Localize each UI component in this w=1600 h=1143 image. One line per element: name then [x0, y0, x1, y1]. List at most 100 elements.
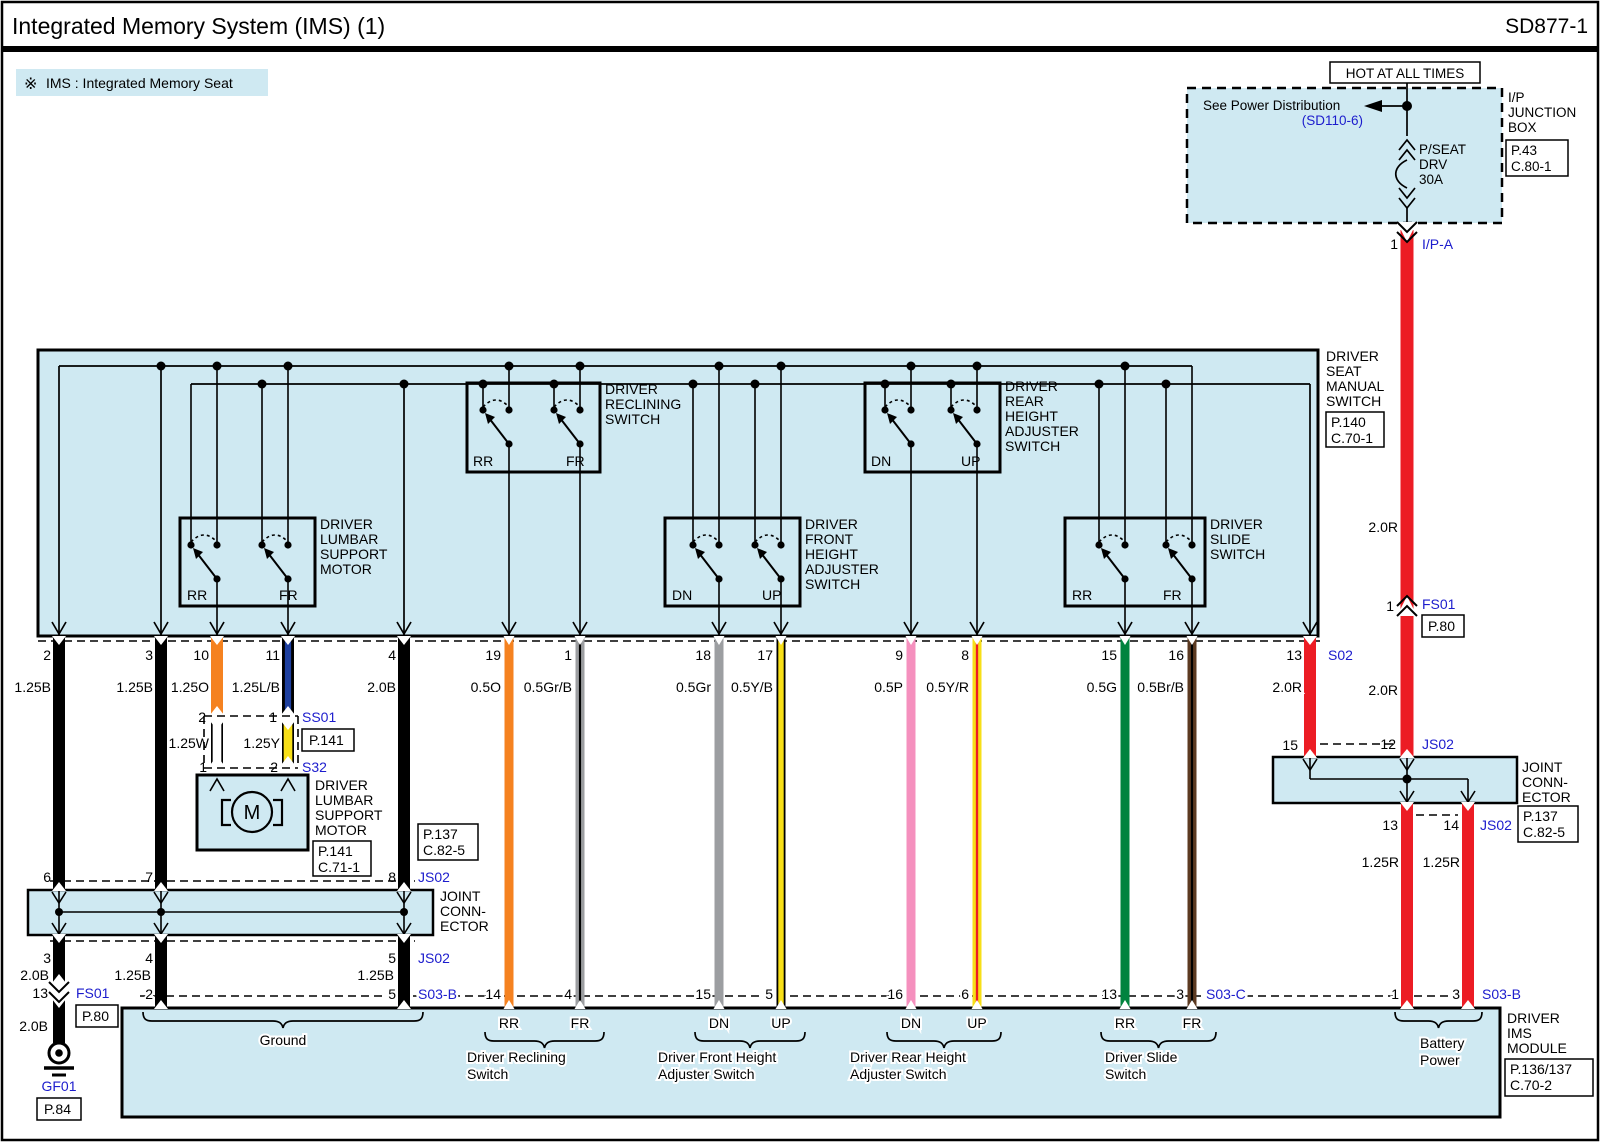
switch-name: DRIVER [805, 516, 858, 532]
motor-ref-page: P.141 [318, 843, 353, 859]
pin-number: 1 [1386, 598, 1394, 614]
fuse-name: P/SEAT [1419, 142, 1466, 157]
motor-name2: LUMBAR [315, 792, 373, 808]
module-terminal-label: RR [1115, 1015, 1135, 1031]
ims-module-box [122, 1008, 1500, 1117]
module-pin-label: 3 [1176, 986, 1184, 1002]
junction-dot [550, 380, 559, 389]
s02-link[interactable]: S02 [1328, 647, 1353, 663]
wire-pin-label: 13 [1286, 647, 1302, 663]
switch-name: DRIVER [320, 516, 373, 532]
ground-point: GF01 P.84 [37, 1078, 81, 1120]
wire-gauge-label: 0.5Y/R [926, 679, 969, 695]
wire-gauge-label: 1.25B [14, 679, 51, 695]
js02-link[interactable]: JS02 [1422, 736, 1454, 752]
module-group-label: Battery [1420, 1035, 1464, 1051]
connector-link[interactable]: S03-B [418, 986, 457, 1002]
fuse-rating: 30A [1419, 172, 1443, 187]
module-terminal-label: FR [571, 1015, 590, 1031]
wire-gauge-label: 0.5O [471, 679, 501, 695]
jc-left-name3: ECTOR [440, 918, 489, 934]
power-out-conn-link[interactable]: I/P-A [1422, 236, 1454, 252]
motor-letter: M [244, 802, 261, 824]
js02-link[interactable]: JS02 [418, 869, 450, 885]
wire-gauge-label: 0.5Y/B [731, 679, 773, 695]
pin-number: 1 [269, 709, 277, 725]
junction-dot [777, 362, 786, 371]
module-terminal-label: DN [709, 1015, 729, 1031]
s32-link[interactable]: S32 [302, 759, 327, 775]
junction-dot [187, 541, 194, 548]
junction-dot [1095, 380, 1104, 389]
see-power-ref-link[interactable]: (SD110-6) [1302, 113, 1363, 128]
junction-dot [55, 1049, 63, 1057]
wire-pin-label: 16 [1168, 647, 1184, 663]
junction-box-ref-page: P.43 [1511, 143, 1537, 158]
note-text: IMS : Integrated Memory Seat [46, 75, 233, 91]
wire-pin-label: 9 [895, 647, 903, 663]
title-rule [2, 46, 1598, 52]
junction-dot [947, 380, 956, 389]
wire-gauge: 1.25Y [243, 735, 280, 751]
ground-ref-page: P.84 [44, 1101, 71, 1117]
junction-dot [505, 406, 512, 413]
jc-left-name: JOINT [440, 888, 481, 904]
page-code: SD877-1 [1505, 15, 1588, 38]
switch-name: DRIVER [1005, 378, 1058, 394]
wire-pin-label: 2 [43, 647, 51, 663]
fs01-right-ref-page: P.80 [1428, 618, 1455, 634]
module-ref-page: P.136/137 [1510, 1061, 1572, 1077]
switch-name3: HEIGHT [805, 546, 858, 562]
terminal-label: RR [473, 453, 493, 469]
module-terminal-label: RR [499, 1015, 519, 1031]
module-pin-label: 16 [887, 986, 903, 1002]
wire-gauge: 2.0B [19, 1018, 48, 1034]
motor-name: DRIVER [315, 777, 368, 793]
module-name2: IMS [1507, 1025, 1532, 1041]
fuse-name2: DRV [1419, 157, 1447, 172]
js02-link[interactable]: JS02 [1480, 817, 1512, 833]
junction-dot [550, 406, 557, 413]
junction-dot [213, 541, 220, 548]
manual-switch-label: DRIVER SEAT MANUAL SWITCH P.140 C.70-1 [1326, 348, 1385, 447]
pin-number: 4 [145, 950, 153, 966]
fs01-link[interactable]: FS01 [1422, 596, 1456, 612]
gf01-link[interactable]: GF01 [41, 1078, 76, 1094]
wire-pin-label: 18 [695, 647, 711, 663]
motor-ref-conn: C.71-1 [318, 859, 360, 875]
junction-dot [213, 362, 222, 371]
pin-number: 6 [43, 869, 51, 885]
wire-gauge: 2.0R [1368, 682, 1398, 698]
wire-pin-label: 15 [1101, 647, 1117, 663]
manual-switch-ref-conn: C.70-1 [1331, 430, 1373, 446]
js02-link[interactable]: JS02 [418, 950, 450, 966]
wire-gauge: 1.25B [357, 967, 394, 983]
fs01-link[interactable]: FS01 [76, 985, 110, 1001]
switch-name5: SWITCH [1005, 438, 1060, 454]
junction-box-name2: JUNCTION [1508, 105, 1576, 120]
jc-right-name3: ECTOR [1522, 789, 1571, 805]
terminal-label: FR [1163, 587, 1182, 603]
junction-dot [689, 380, 698, 389]
jc-left-ref-conn: C.82-5 [423, 842, 465, 858]
connector-link[interactable]: S03-C [1206, 986, 1246, 1002]
manual-switch-name4: SWITCH [1326, 393, 1381, 409]
switch-name2: REAR [1005, 393, 1044, 409]
junction-box-ref-conn: C.80-1 [1511, 159, 1552, 174]
wire-pin-label: 17 [757, 647, 773, 663]
switch-name2: SLIDE [1210, 531, 1250, 547]
module-group-label: Switch [1105, 1066, 1146, 1082]
wire-gauge-label: 0.5Br/B [1137, 679, 1184, 695]
module-group-label: Power [1420, 1052, 1460, 1068]
motor-name3: SUPPORT [315, 807, 383, 823]
wire-gauge-label: 1.25O [171, 679, 209, 695]
ss01-link[interactable]: SS01 [302, 709, 336, 725]
wire-gauge-label: 1.25B [116, 679, 153, 695]
module-terminal-label: FR [1183, 1015, 1202, 1031]
junction-dot [400, 380, 409, 389]
module-pin-label: 13 [1101, 986, 1117, 1002]
jc-right-ref-conn: C.82-5 [1523, 824, 1565, 840]
connector-link[interactable]: S03-B [1482, 986, 1521, 1002]
junction-dot [1162, 541, 1169, 548]
module-name: DRIVER [1507, 1010, 1560, 1026]
